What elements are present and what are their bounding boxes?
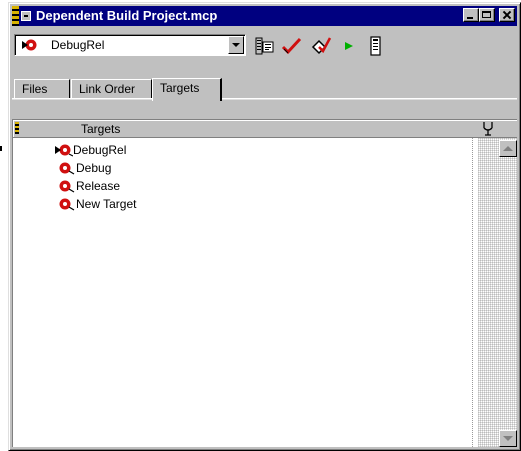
project-inspector-icon[interactable] [365,36,387,56]
column-divider [472,138,473,447]
column-header-targets[interactable]: Targets [81,122,120,136]
tab-link-order[interactable]: Link Order [71,79,152,99]
maximize-button[interactable] [479,8,495,22]
vertical-scrollbar[interactable] [478,138,517,447]
edge-mark [0,146,2,151]
target-icon [59,180,75,193]
chevron-down-icon[interactable] [228,36,244,54]
list-item-label: Release [76,179,121,193]
close-button[interactable] [499,8,515,22]
target-icon [59,162,75,175]
scroll-up-button[interactable] [499,140,517,157]
targets-list: Targets DebugRel Debug Release New Targe… [12,119,517,447]
list-item-label: Debug [76,161,112,175]
target-icon [59,198,75,211]
target-select-value: DebugRel [51,38,105,52]
target-select[interactable]: DebugRel [14,34,246,56]
target-settings-icon[interactable] [253,36,275,56]
target-active-icon [55,144,73,157]
target-active-icon [22,39,37,51]
link-column-icon[interactable] [481,121,495,136]
title-bar-stripe [12,6,19,26]
header-stripe [15,122,19,134]
title-bar[interactable]: Dependent Build Project.mcp [12,6,517,26]
system-menu-icon[interactable] [21,11,31,21]
tab-targets[interactable]: Targets [152,78,222,101]
tab-panel-border-shade [12,99,517,100]
build-icon[interactable] [310,36,332,56]
checkmark-icon[interactable] [281,36,303,56]
project-window: Dependent Build Project.mcp DebugRel Fil… [8,2,521,451]
minimize-button[interactable] [463,8,479,22]
list-item-label: DebugRel [73,143,127,157]
run-icon[interactable] [339,36,361,56]
scroll-down-button[interactable] [499,430,517,447]
window-title: Dependent Build Project.mcp [36,8,218,23]
tab-files[interactable]: Files [14,79,70,99]
list-item-label: New Target [76,197,137,211]
tab-strip: Files Link Order Targets [14,63,520,101]
list-header: Targets [13,120,517,138]
